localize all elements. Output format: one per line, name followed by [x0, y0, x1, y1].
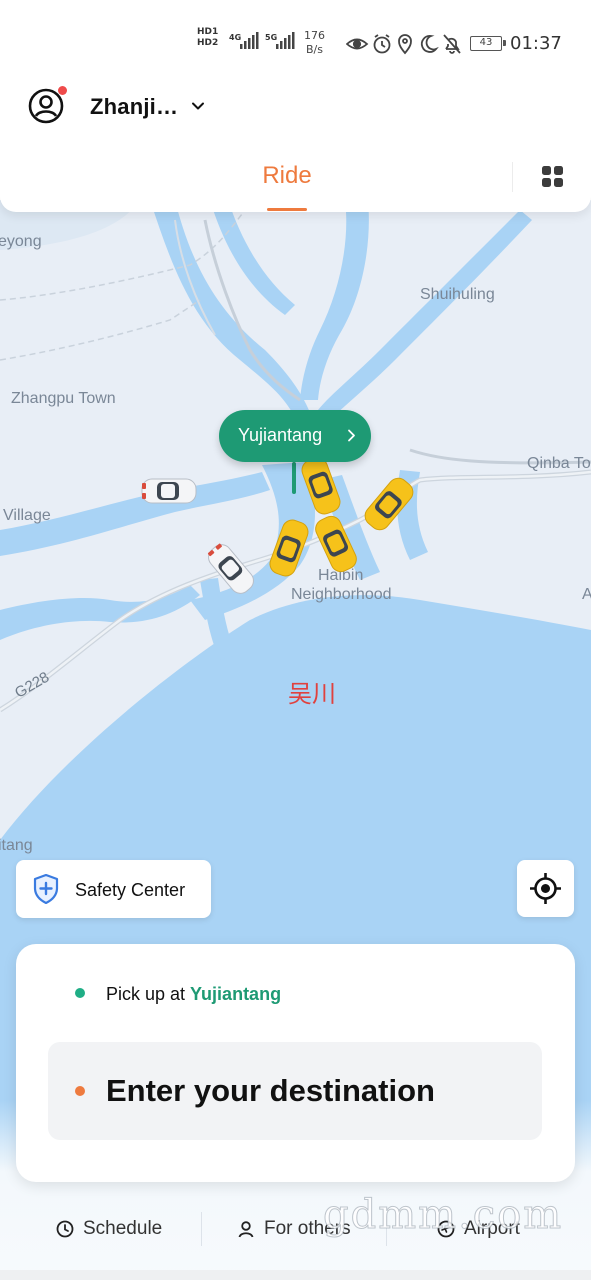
moon-icon [420, 35, 439, 53]
eye-icon [346, 38, 369, 50]
hd1-label: HD1 [197, 27, 219, 37]
clock: 01:37 [510, 33, 562, 54]
tab-ride-indicator [267, 208, 307, 211]
system-nav-bar [0, 1270, 591, 1280]
tab-ride[interactable]: Ride [247, 162, 327, 190]
shield-icon [33, 874, 59, 904]
map-label-a: A [582, 586, 591, 603]
pickup-pin[interactable]: Yujiantang [219, 410, 371, 462]
map-label-qinba: Qinba To [527, 455, 591, 472]
pickup-place: Yujiantang [190, 984, 282, 1004]
top-header: Zhanji… Ride [0, 86, 591, 212]
pickup-location[interactable]: Pick up at Yujiantang [106, 984, 281, 1005]
chevron-right-icon [348, 429, 355, 442]
battery-icon: 43 [470, 36, 506, 51]
speed-value: 176 [304, 29, 325, 42]
city-selector[interactable]: Zhanji… [90, 94, 178, 120]
signal-icon [240, 32, 259, 49]
pickup-pin-stem [292, 462, 296, 494]
map-label-shuihuling: Shuihuling [420, 286, 495, 303]
tab-divider [512, 162, 513, 192]
pickup-prefix: Pick up at [106, 984, 191, 1004]
person-icon [238, 1221, 254, 1238]
destination-input[interactable]: Enter your destination [48, 1042, 542, 1140]
hd-indicator: HD1 HD2 [197, 27, 218, 49]
map-label-yeyong: eyong [0, 233, 42, 250]
chevron-down-icon[interactable] [190, 98, 206, 114]
map-label-itang: itang [0, 837, 33, 854]
map-label-wuchuan: 吴川 [288, 680, 336, 708]
schedule-button[interactable]: Schedule [56, 1216, 176, 1242]
map-label-zhangpu: Zhangpu Town [11, 390, 116, 407]
locate-me-button[interactable] [517, 860, 574, 917]
alarm-icon [373, 34, 391, 54]
location-icon [398, 34, 412, 55]
destination-dot [75, 1086, 85, 1096]
status-icons [346, 34, 461, 55]
safety-center-button[interactable]: Safety Center [16, 860, 211, 918]
map-label-village: Village [3, 507, 51, 524]
signal-icon-2 [276, 32, 295, 49]
hd2-label: HD2 [197, 38, 219, 48]
speed-unit: B/s [306, 43, 323, 56]
pickup-dot [75, 988, 85, 998]
schedule-label: Schedule [83, 1218, 163, 1239]
network-speed: 176 B/s [304, 29, 325, 57]
nav-divider [201, 1212, 202, 1246]
watermark-text: gdmm.com [322, 1192, 564, 1239]
pickup-pin-label: Yujiantang [238, 425, 323, 445]
map-label-neighborhood: Neighborhood [291, 586, 392, 603]
car-icon [141, 478, 197, 504]
ride-request-card: Pick up at Yujiantang Enter your destina… [16, 944, 575, 1182]
clock-icon [56, 1220, 74, 1238]
notification-dot [58, 86, 67, 95]
crosshair-icon [530, 873, 561, 904]
destination-placeholder: Enter your destination [106, 1073, 435, 1108]
status-bar: HD1 HD2 4G 5G 176 B/s 43 01:37 [0, 0, 591, 86]
grid-menu-icon[interactable] [542, 166, 563, 187]
bell-off-icon [443, 34, 461, 54]
safety-center-label: Safety Center [75, 880, 186, 900]
